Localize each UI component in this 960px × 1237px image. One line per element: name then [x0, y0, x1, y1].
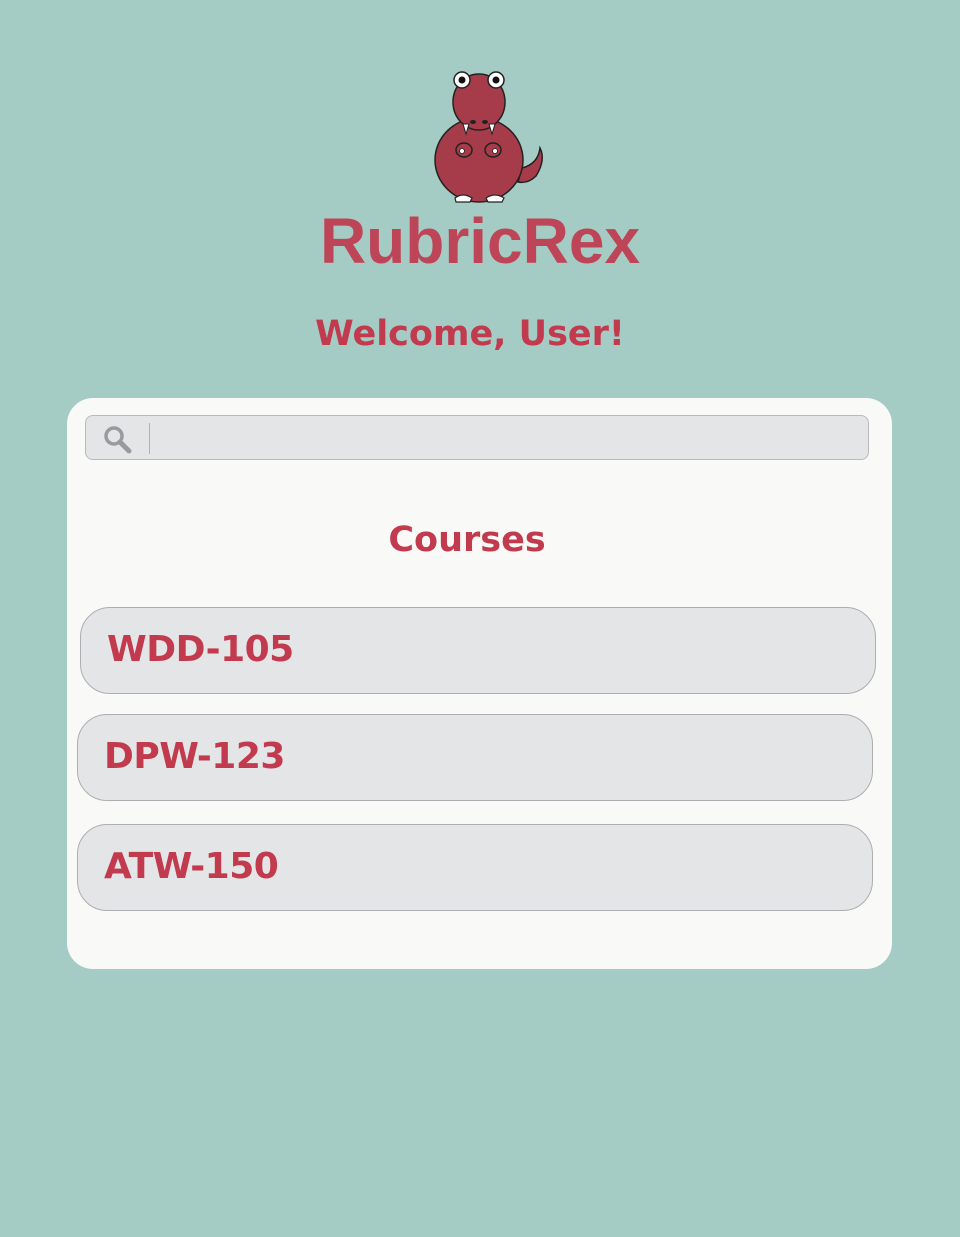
search-input[interactable] [158, 420, 862, 457]
course-item-dpw-123[interactable]: DPW-123 [77, 714, 873, 801]
course-item-atw-150[interactable]: ATW-150 [77, 824, 873, 911]
courses-card: Courses WDD-105 DPW-123 ATW-150 [67, 398, 892, 969]
dinosaur-icon [434, 71, 543, 203]
course-label: DPW-123 [104, 736, 285, 777]
course-label: WDD-105 [107, 629, 294, 670]
course-item-wdd-105[interactable]: WDD-105 [80, 607, 876, 694]
courses-heading: Courses [388, 520, 546, 560]
logo-text: RubricRex [319, 205, 641, 277]
course-label: ATW-150 [104, 846, 279, 887]
search-divider [149, 423, 150, 454]
search-icon [102, 424, 132, 454]
app-logo: RubricRex [300, 64, 660, 277]
search-bar[interactable] [85, 415, 869, 460]
welcome-heading: Welcome, User! [315, 314, 625, 354]
